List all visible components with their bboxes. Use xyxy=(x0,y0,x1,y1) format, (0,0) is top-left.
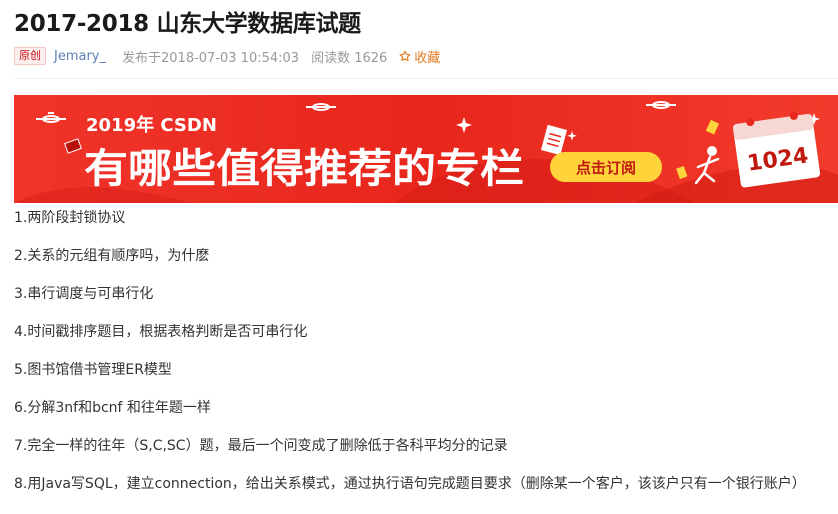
list-item: 1.两阶段封锁协议 xyxy=(14,210,126,226)
banner-headline: 有哪些值得推荐的专栏 xyxy=(84,146,524,192)
banner-year: 2019年 CSDN xyxy=(86,114,217,136)
list-item: 8.用Java写SQL，建立connection，给出关系模式，通过执行语句完成… xyxy=(14,476,806,492)
article-meta: 原创 Jemary_ 发布于2018-07-03 10:54:03 阅读数 16… xyxy=(14,46,440,66)
list-item: 3.串行调度与可串行化 xyxy=(14,286,154,302)
list-item: 5.图书馆借书管理ER模型 xyxy=(14,362,172,378)
meta-divider xyxy=(14,78,838,79)
article-content: 1.两阶段封锁协议 2.关系的元组有顺序吗，为什麽 3.串行调度与可串行化 4.… xyxy=(14,207,838,511)
publish-date: 发布于2018-07-03 10:54:03 xyxy=(122,50,300,66)
subscribe-button[interactable]: 点击订阅 xyxy=(550,152,662,182)
article-title: 2017-2018 山东大学数据库试题 xyxy=(14,11,361,37)
favorite-label: 收藏 xyxy=(414,50,441,66)
list-item: 4.时间戳排序题目，根据表格判断是否可串行化 xyxy=(14,324,308,340)
list-item: 2.关系的元组有顺序吗，为什麽 xyxy=(14,248,210,264)
author-link[interactable]: Jemary_ xyxy=(54,49,106,64)
subscribe-label: 点击订阅 xyxy=(576,159,636,177)
csdn-banner[interactable]: 2019年 CSDN 有哪些值得推荐的专栏 点击订阅 1024 xyxy=(14,95,838,203)
star-icon xyxy=(399,50,411,62)
original-badge: 原创 xyxy=(14,47,46,65)
favorite-button[interactable]: 收藏 xyxy=(399,47,440,66)
list-item: 7.完全一样的往年（S,C,SC）题，最后一个问变成了删除低于各科平均分的记录 xyxy=(14,438,508,454)
read-count: 阅读数 1626 xyxy=(311,50,388,66)
list-item: 6.分解3nf和bcnf 和往年题一样 xyxy=(14,400,211,416)
